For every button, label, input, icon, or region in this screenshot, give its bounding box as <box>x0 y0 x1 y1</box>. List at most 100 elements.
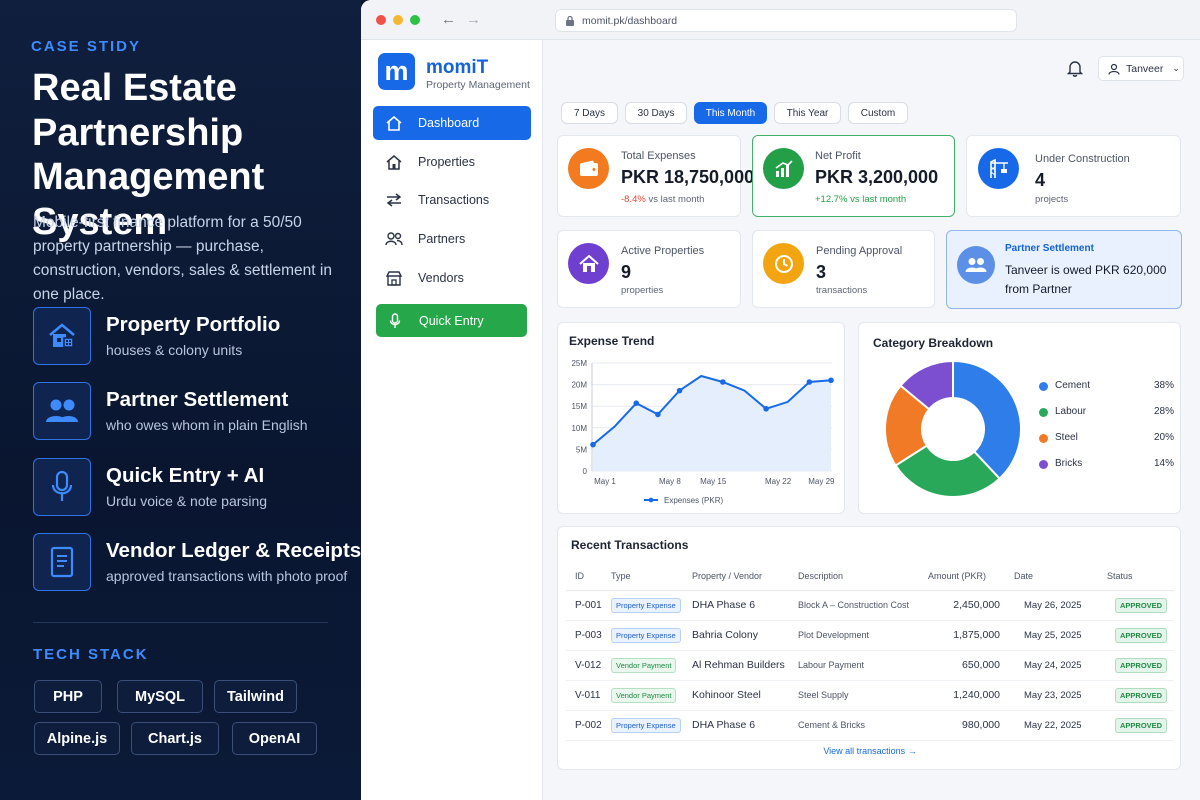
bell-icon[interactable] <box>1066 60 1084 82</box>
expense-trend-chart: 0 5M 10M 15M 20M 25M May 1 May 8 May 15 May 22 May… <box>571 359 835 505</box>
type-badge: Property Expense <box>611 597 681 613</box>
cell-date: May 26, 2025 <box>1014 590 1107 621</box>
filter-30-days[interactable]: 30 Days <box>625 102 687 124</box>
feature-title: Vendor Ledger & Receipts <box>106 539 362 562</box>
sidebar-item-partners[interactable]: Partners <box>373 222 531 256</box>
cell-party: Bahria Colony <box>692 620 798 651</box>
sidebar-item-label: Partners <box>418 232 466 246</box>
microphone-icon <box>33 458 91 516</box>
tech-chip-mysql: MySQL <box>117 680 203 713</box>
sidebar: m momiT Property Management Dashboard Pr… <box>361 40 543 800</box>
category-donut-chart <box>884 359 1022 498</box>
cell-amount: 980,000 <box>928 710 1014 741</box>
sidebar-item-dashboard[interactable]: Dashboard <box>373 106 531 140</box>
house-icon <box>33 307 91 365</box>
table-row[interactable]: P-001 Property Expense DHA Phase 6 Block A … <box>566 590 1174 621</box>
x-tick-label: May 1 <box>594 477 616 486</box>
sidebar-item-label: Dashboard <box>418 116 480 130</box>
cell-description: Cement & Bricks <box>798 710 928 741</box>
legend-item-cement: Cement 38% <box>1039 380 1174 394</box>
minimize-window-button[interactable] <box>393 15 403 25</box>
kpi-value: 3 <box>816 262 827 282</box>
maximize-window-button[interactable] <box>410 15 420 25</box>
kpi-value: PKR 3,200,000 <box>815 167 939 187</box>
data-point <box>676 387 683 394</box>
people-icon <box>33 382 91 440</box>
type-badge: Vendor Payment <box>611 687 677 703</box>
data-point <box>806 379 813 385</box>
table-row[interactable]: V-012 Vendor Payment Al Rehman Builders Lab… <box>566 650 1174 681</box>
table-row[interactable]: V-011 Vendor Payment Kohinoor Steel Steel S… <box>566 680 1174 711</box>
chart-up-icon <box>763 148 804 189</box>
quick-entry-button[interactable]: Quick Entry <box>376 304 527 337</box>
brand-subtitle: Property Management <box>426 79 530 91</box>
kpi-unit: properties <box>621 285 664 296</box>
feature-title: Property Portfolio <box>106 313 281 336</box>
x-tick-label: May 29 <box>808 477 835 486</box>
col-header-party[interactable]: Property / Vendor <box>692 563 798 591</box>
filter-this-month[interactable]: This Month <box>694 102 767 124</box>
document-icon <box>33 533 91 591</box>
back-arrow-icon[interactable]: ← <box>441 11 456 28</box>
status-badge: APPROVED <box>1115 657 1168 673</box>
kpi-change-suffix: vs last month <box>648 194 705 205</box>
kpi-change-suffix: vs last month <box>850 194 907 205</box>
filter-7-days[interactable]: 7 Days <box>561 102 618 124</box>
view-all-transactions-link[interactable]: View all transactions → <box>558 746 1182 756</box>
cell-id: P-001 <box>566 590 611 621</box>
partner-settlement-card[interactable]: Partner Settlement Tanveer is owed PKR 6… <box>946 230 1182 309</box>
kpi-unit: transactions <box>816 285 868 296</box>
y-tick-label: 0 <box>583 467 588 476</box>
browser-chrome: ← → momit.pk/dashboard <box>361 0 1200 40</box>
col-header-amount[interactable]: Amount (PKR) <box>928 563 1014 591</box>
sidebar-item-transactions[interactable]: Transactions <box>373 183 531 217</box>
user-menu-button[interactable]: Tanveer ⌄ <box>1098 56 1184 81</box>
kpi-change: -8.4% <box>621 194 646 205</box>
col-header-status[interactable]: Status <box>1107 563 1174 591</box>
table-row[interactable]: P-003 Property Expense Bahria Colony Plot D… <box>566 620 1174 651</box>
table-row[interactable]: P-002 Property Expense DHA Phase 6 Cement &… <box>566 710 1174 741</box>
col-header-date[interactable]: Date <box>1014 563 1107 591</box>
cell-id: V-012 <box>566 650 611 681</box>
expense-trend-card: Expense Trend 0 5M 10M 15M 20M 25M May 1 May 8M… <box>557 322 845 514</box>
chevron-down-icon: ⌄ <box>1172 63 1180 73</box>
chart-title: Category Breakdown <box>873 336 994 350</box>
legend-name: Labour <box>1055 406 1087 417</box>
col-header-description[interactable]: Description <box>798 563 928 591</box>
forward-arrow-icon[interactable]: → <box>466 11 481 28</box>
kpi-label: Active Properties <box>621 245 705 257</box>
filter-custom[interactable]: Custom <box>848 102 908 124</box>
col-header-id[interactable]: ID <box>566 563 611 591</box>
wallet-icon <box>568 148 609 189</box>
data-point <box>828 377 834 384</box>
cell-party: Kohinoor Steel <box>692 680 798 711</box>
url-text: momit.pk/dashboard <box>582 14 678 27</box>
feature-title: Quick Entry + AI <box>106 464 265 487</box>
kpi-pending-approval: Pending Approval 3 transactions <box>752 230 935 308</box>
legend-item-bricks: Bricks 14% <box>1039 458 1174 472</box>
tech-chip-php: PHP <box>34 680 102 713</box>
kpi-value: 4 <box>1035 170 1046 190</box>
legend-percent: 14% <box>1154 458 1175 469</box>
status-badge: APPROVED <box>1115 687 1168 703</box>
store-icon <box>383 270 405 286</box>
x-tick-label: May 22 <box>765 477 792 486</box>
cell-id: P-002 <box>566 710 611 741</box>
feature-quick-entry: Quick Entry + AI Urdu voice & note parsi… <box>33 458 353 518</box>
people-icon <box>957 246 995 284</box>
filter-this-year[interactable]: This Year <box>774 102 841 124</box>
user-name: Tanveer <box>1126 62 1164 75</box>
col-header-type[interactable]: Type <box>611 563 692 591</box>
kpi-value: 9 <box>621 262 632 282</box>
close-window-button[interactable] <box>376 15 386 25</box>
sidebar-item-properties[interactable]: Properties <box>373 145 531 179</box>
kpi-net-profit: Net Profit PKR 3,200,000 +12.7% vs last … <box>752 135 955 217</box>
sidebar-item-vendors[interactable]: Vendors <box>373 261 531 295</box>
kpi-label: Net Profit <box>815 150 861 162</box>
cell-id: V-011 <box>566 680 611 711</box>
cell-date: May 22, 2025 <box>1014 710 1107 741</box>
y-tick-label: 5M <box>576 445 587 454</box>
x-tick-label: May 15 <box>700 477 727 486</box>
address-bar[interactable]: momit.pk/dashboard <box>555 9 1017 32</box>
feature-subtitle: approved transactions with photo proof <box>106 568 348 584</box>
